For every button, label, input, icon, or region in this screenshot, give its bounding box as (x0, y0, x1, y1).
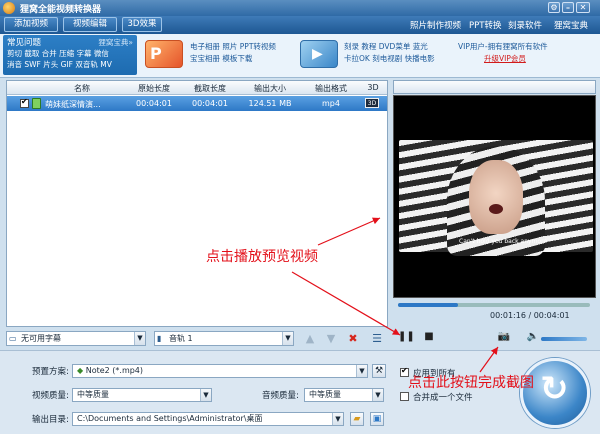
app-logo-icon (3, 2, 15, 14)
list-bottom-bar: ▭ 无可用字幕 ▼ ▮ 音轨 1 ▼ ▲ ▼ ✖ ☰ (6, 331, 388, 346)
chevron-down-icon: ▼ (356, 365, 367, 377)
subtitle-select[interactable]: ▭ 无可用字幕 ▼ (6, 331, 146, 346)
preset-value: Note2 (*.mp4) (85, 366, 144, 375)
table-row[interactable]: 萌妹纸深情演... 00:04:01 00:04:01 124.51 MB mp… (7, 96, 387, 111)
output-dir-label: 输出目录: (32, 415, 69, 425)
window-title: 狸窝全能视频转换器 (20, 5, 102, 15)
faq-row-2[interactable]: 消音 SWF 片头 GIF 双音轨 MV (7, 59, 133, 70)
video-frame: Can't hold you back anymore (399, 140, 593, 256)
ad1-line2[interactable]: 宝宝相册 模板下载 (190, 53, 252, 65)
chevron-down-icon: ▼ (332, 413, 343, 425)
cut-length: 00:04:01 (192, 99, 228, 108)
row-checkbox[interactable] (20, 97, 29, 108)
ad-banner: 常见问题 狸窝宝典» 剪切 截取 合并 压缩 字幕 微信 消音 SWF 片头 G… (0, 34, 600, 78)
audio-bars-icon: ▮ (157, 334, 162, 343)
delete-icon[interactable]: ✖ (347, 332, 359, 345)
merge-checkbox[interactable] (400, 392, 409, 401)
list-clear-icon[interactable]: ☰ (370, 332, 384, 345)
audio-track-value: 音轨 1 (169, 334, 193, 343)
col-orig-length[interactable]: 原始长度 (127, 83, 181, 94)
subtitle-icon: ▭ (9, 334, 17, 343)
move-down-icon[interactable]: ▼ (325, 332, 337, 345)
output-dir-value: C:\Documents and Settings\Administrator\… (77, 414, 263, 423)
main-toolbar: 添加视频 视频编辑 3D效果 照片制作视频 PPT转换 刻录软件 狸窝宝典 (0, 16, 600, 34)
video-quality-value: 中等质量 (77, 390, 109, 399)
chevron-down-icon: ▼ (372, 389, 383, 401)
link-photo-video[interactable]: 照片制作视频 (410, 19, 461, 31)
settings-panel: 预置方案: ◆ Note2 (*.mp4) ▼ ⚒ 视频质量: 中等质量 ▼ 音… (0, 350, 600, 434)
video-preview[interactable]: Can't hold you back anymore (393, 95, 596, 298)
time-readout: 00:01:16 / 00:04:01 (490, 311, 570, 320)
convert-start-button[interactable] (520, 358, 590, 428)
audio-quality-select[interactable]: 中等质量 ▼ (304, 388, 384, 402)
output-format: mp4 (322, 99, 340, 108)
preset-label: 预置方案: (32, 367, 69, 377)
faq-row-1[interactable]: 剪切 截取 合并 压缩 字幕 微信 (7, 48, 133, 59)
faq-box[interactable]: 常见问题 狸窝宝典» 剪切 截取 合并 压缩 字幕 微信 消音 SWF 片头 G… (3, 35, 137, 75)
seek-progress (398, 303, 458, 307)
output-size: 124.51 MB (248, 99, 292, 108)
file-name: 萌妹纸深情演... (45, 100, 101, 109)
vip-upgrade-link[interactable]: 升级VIP会员 (484, 53, 526, 65)
open-folder-icon[interactable]: ▣ (370, 412, 384, 426)
file-list: 名称 原始长度 截取长度 输出大小 输出格式 3D 萌妹纸深情演... 00:0… (6, 80, 388, 327)
preset-select[interactable]: ◆ Note2 (*.mp4) ▼ (72, 364, 368, 378)
android-icon: ◆ (77, 366, 86, 375)
dvd-burn-icon[interactable] (300, 40, 338, 68)
audio-quality-label: 音频质量: (262, 391, 299, 401)
folder-browse-icon[interactable]: ▰ (350, 412, 364, 426)
stop-icon[interactable]: ■ (421, 330, 437, 344)
add-video-button[interactable]: 添加视频 (4, 17, 58, 32)
col-3d[interactable]: 3D (361, 83, 385, 92)
video-quality-select[interactable]: 中等质量 ▼ (72, 388, 212, 402)
chevron-down-icon: ▼ (200, 389, 211, 401)
faq-brand-link[interactable]: 狸窝宝典» (98, 37, 133, 48)
audio-quality-value: 中等质量 (309, 390, 341, 399)
link-ppt-convert[interactable]: PPT转换 (469, 19, 501, 31)
merge-label: 合并成一个文件 (413, 393, 473, 403)
col-name[interactable]: 名称 (37, 83, 127, 94)
link-liwo-guide[interactable]: 狸窝宝典 (554, 19, 588, 31)
volume-slider[interactable] (541, 337, 587, 341)
settings-icon[interactable]: ⚙ (548, 2, 560, 13)
file-list-header: 名称 原始长度 截取长度 输出大小 输出格式 3D (7, 81, 387, 95)
minimize-button[interactable]: – (562, 2, 574, 13)
link-burn-software[interactable]: 刻录软件 (508, 19, 542, 31)
ad2-line1[interactable]: 刻录 教程 DVD菜单 蓝光 (344, 41, 428, 53)
move-up-icon[interactable]: ▲ (304, 332, 316, 345)
edit-video-button[interactable]: 视频编辑 (63, 17, 117, 32)
ad2-line2[interactable]: 卡拉OK 刻电视剧 快播电影 (344, 53, 435, 65)
preset-settings-icon[interactable]: ⚒ (372, 364, 386, 378)
face-shape (469, 160, 523, 234)
col-cut-length[interactable]: 截取长度 (181, 83, 239, 94)
orig-length: 00:04:01 (136, 99, 172, 108)
3d-badge-icon[interactable]: 3D (365, 98, 379, 108)
output-dir-field[interactable]: C:\Documents and Settings\Administrator\… (72, 412, 344, 426)
pause-icon[interactable]: ❚❚ (398, 330, 415, 344)
col-output-size[interactable]: 输出大小 (239, 83, 301, 94)
camera-snapshot-icon[interactable]: 📷 (493, 330, 515, 344)
annotation-snapshot: 点击此按钮完成截图 (408, 375, 534, 391)
ad1-line1[interactable]: 电子相册 照片 PPT转视频 (190, 41, 276, 53)
effect-3d-button[interactable]: 3D效果 (122, 17, 162, 32)
video-quality-label: 视频质量: (32, 391, 69, 401)
title-bar: 狸窝全能视频转换器 ⚙ – ✕ (0, 0, 600, 16)
video-file-icon (32, 98, 41, 109)
chevron-down-icon: ▼ (282, 332, 293, 345)
col-output-format[interactable]: 输出格式 (301, 83, 361, 94)
annotation-play: 点击播放预览视频 (206, 249, 318, 265)
subtitle-value: 无可用字幕 (21, 334, 61, 343)
close-button[interactable]: ✕ (576, 2, 590, 13)
seek-slider[interactable] (398, 303, 590, 307)
preview-header (393, 80, 596, 94)
vip-line1[interactable]: VIP用户-拥有狸窝所有软件 (458, 41, 548, 53)
audio-track-select[interactable]: ▮ 音轨 1 ▼ (154, 331, 294, 346)
video-caption: Can't hold you back anymore (459, 238, 548, 245)
ppt-album-icon[interactable] (145, 40, 183, 68)
chevron-down-icon: ▼ (134, 332, 145, 345)
volume-icon[interactable]: 🔈 (525, 330, 541, 344)
